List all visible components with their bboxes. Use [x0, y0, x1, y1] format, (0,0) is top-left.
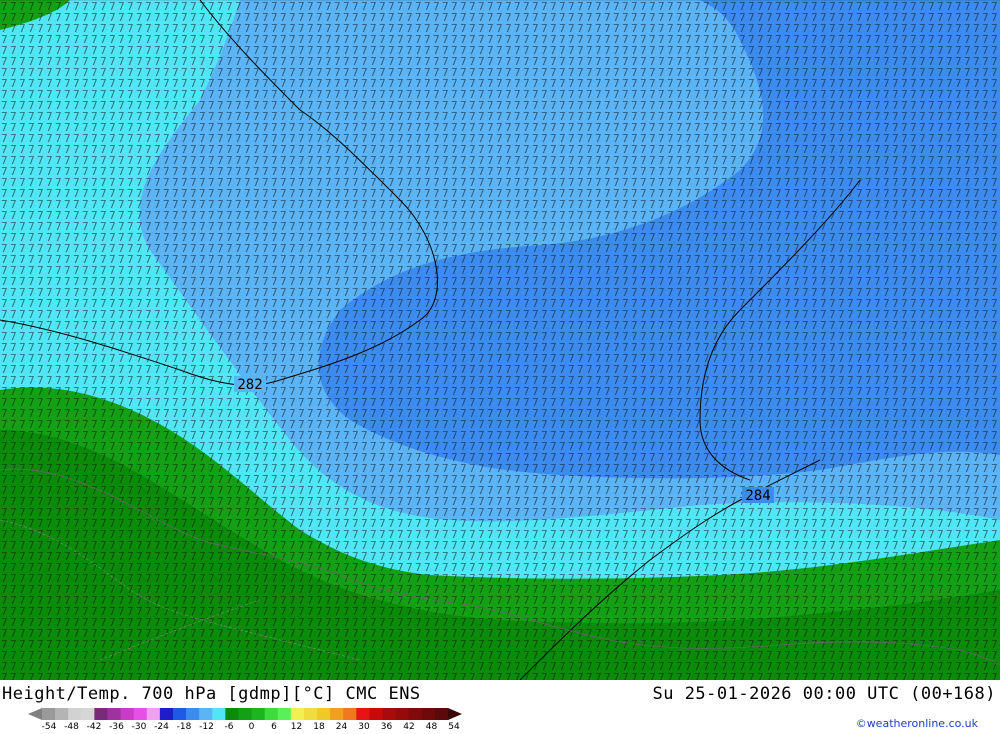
colorbar-swatch: [186, 708, 200, 720]
colorbar-tick-label: -30: [131, 722, 147, 732]
colorbar-right-arrow: [448, 708, 462, 720]
map-canvas: 7 282 284: [0, 0, 1000, 680]
colorbar-tick-label: 12: [290, 722, 303, 732]
colorbar-swatch: [303, 708, 318, 720]
credit-link[interactable]: ©weatheronline.co.uk: [856, 717, 978, 730]
colorbar-tick-label: -6: [224, 722, 234, 732]
colorbar-tick-label: 36: [380, 722, 393, 732]
colorbar-swatch: [68, 708, 82, 720]
colorbar-swatch: [408, 708, 423, 720]
colorbar-tick-label: -12: [199, 722, 214, 732]
colorbar-swatch: [382, 708, 397, 720]
colorbar-swatch: [290, 708, 305, 720]
color-legend-bar: [28, 708, 462, 720]
colorbar-swatch: [343, 708, 357, 720]
colorbar-tick-label: -42: [86, 722, 102, 732]
colorbar-swatch: [369, 708, 384, 720]
valid-time: Su 25-01-2026 00:00 UTC (00+168): [652, 684, 996, 704]
contour-label-284: 284: [745, 488, 770, 504]
colorbar-tick-label: -24: [154, 722, 169, 732]
colorbar-swatch: [199, 708, 213, 720]
colorbar-tick-label: 54: [448, 722, 460, 732]
colorbar-swatch: [225, 708, 239, 720]
colorbar-swatch: [238, 708, 253, 720]
colorbar-swatch: [277, 708, 292, 720]
contour-label-282: 282: [237, 377, 262, 393]
color-legend-ticks: -54 -48 -42 -36 -30 -24 -18 -12 -6 0 6 12 18 24 30 36 42…: [0, 722, 480, 734]
colorbar-swatch: [251, 708, 266, 720]
colorbar-tick-label: 0: [248, 722, 255, 732]
colorbar-tick-label: 30: [358, 722, 370, 732]
colorbar-left-arrow: [28, 708, 42, 720]
colorbar-swatch: [434, 708, 449, 720]
colorbar-swatch: [133, 708, 148, 720]
colorbar-swatch: [212, 708, 226, 720]
colorbar-swatch: [94, 708, 108, 720]
colorbar-tick-label: -36: [109, 722, 124, 732]
colorbar-swatch: [395, 708, 410, 720]
colorbar-swatch: [317, 708, 331, 720]
colorbar-swatch: [421, 708, 436, 720]
colorbar-swatch: [330, 708, 344, 720]
weather-map: 7 282 284: [0, 0, 1000, 680]
colorbar-swatch: [42, 708, 56, 720]
colorbar-tick-label: 6: [271, 722, 277, 732]
colorbar-swatch: [159, 708, 174, 720]
colorbar-swatch: [81, 708, 95, 720]
colorbar-swatch: [172, 708, 187, 720]
colorbar-swatch: [146, 708, 161, 720]
colorbar-tick-label: -54: [41, 722, 57, 732]
colorbar-swatch: [55, 708, 69, 720]
colorbar-swatch: [107, 708, 122, 720]
colorbar-tick-label: -48: [64, 722, 79, 732]
colorbar-tick-label: 42: [403, 722, 415, 732]
colorbar-tick-label: 24: [335, 722, 348, 732]
colorbar-tick-label: 18: [313, 722, 325, 732]
colorbar-tick-label: -18: [176, 722, 192, 732]
colorbar-swatch: [264, 708, 279, 720]
temperature-digit-overlay: [0, 0, 1000, 680]
colorbar-swatch: [356, 708, 370, 720]
footer: Height/Temp. 700 hPa [gdmp][°C] CMC ENS …: [0, 680, 1000, 733]
colorbar-tick-label: 48: [425, 722, 438, 732]
colorbar-swatch: [120, 708, 135, 720]
map-title: Height/Temp. 700 hPa [gdmp][°C] CMC ENS: [2, 684, 421, 704]
